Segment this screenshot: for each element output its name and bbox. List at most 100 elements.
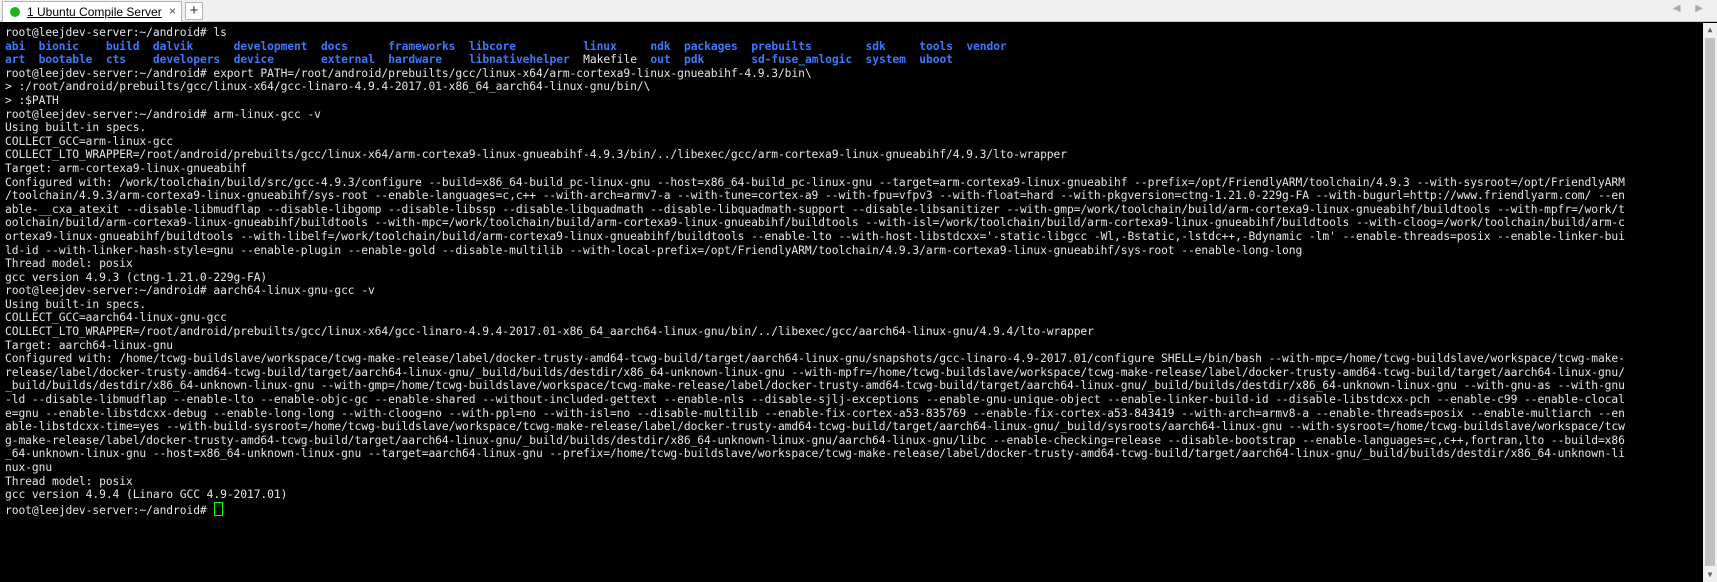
terminal-line: Using built-in specs. [5,121,1625,135]
terminal-text: ld-id --with-linker-hash-style=gnu --ena… [5,243,1303,257]
directory-entry: art [5,53,26,67]
terminal-line: Using built-in specs. [5,298,1625,312]
terminal-line: Target: aarch64-linux-gnu [5,339,1625,353]
directory-entry: system [865,53,906,67]
cursor [214,501,224,516]
directory-entry: development [233,39,308,53]
tab-bar: 1 Ubuntu Compile Server × + ◀ ▶ [0,0,1717,22]
terminal-text: gcc version 4.9.3 (ctng-1.21.0-229g-FA) [5,270,268,284]
terminal-line: gcc version 4.9.3 (ctng-1.21.0-229g-FA) [5,271,1625,285]
terminal-text: root@leejdev-server:~/android# ls [5,26,227,39]
close-tab-icon[interactable]: × [169,4,176,18]
terminal-line: able-libstdcxx-time=yes --with-build-sys… [5,420,1625,434]
tab-scroll-arrows-icon[interactable]: ◀ ▶ [1673,3,1709,14]
directory-entry: docs [320,39,348,53]
terminal-text: e=gnu --enable-libstdcxx-debug --enable-… [5,406,1625,420]
directory-entry: libcore [468,39,516,53]
terminal-text: COLLECT_LTO_WRAPPER=/root/android/prebui… [5,148,1067,162]
directory-entry: build [105,39,140,53]
terminal-output[interactable]: root@leejdev-server:~/android# ls abi bio… [0,23,1703,582]
tab-ubuntu-compile-server[interactable]: 1 Ubuntu Compile Server × [2,1,182,22]
terminal-line: Thread model: posix [5,257,1625,271]
terminal-text: root@leejdev-server:~/android# arm-linux… [5,107,321,121]
directory-entry: abi [5,39,26,53]
directory-entry: tools [919,39,953,53]
terminal-text: nux-gnu [5,461,53,474]
directory-entry: sd-fuse_amlogic [751,53,853,67]
directory-entry: ndk [650,39,671,53]
terminal-text: Configured with: /home/tcwg-buildslave/w… [5,352,1625,366]
terminal-line: g-make-release/label/docker-trusty-amd64… [5,434,1625,448]
terminal-line: nux-gnu [5,461,1625,475]
terminal-line: _build/builds/destdir/x86_64-unknown-lin… [5,379,1625,393]
connection-status-icon [10,7,20,17]
directory-entry: bionic [38,39,79,53]
terminal-line: root@leejdev-server:~/android# export PA… [5,67,1625,81]
directory-entry: uboot [919,53,953,67]
terminal-line: Configured with: /home/tcwg-buildslave/w… [5,352,1625,366]
terminal-line: > :$PATH [5,94,1625,108]
scroll-up-icon[interactable]: ▲ [1703,23,1717,37]
terminal-line: > :/root/android/prebuilts/gcc/linux-x64… [5,80,1625,94]
scrollbar-thumb[interactable] [1705,38,1715,566]
terminal-line: COLLECT_LTO_WRAPPER=/root/android/prebui… [5,148,1625,162]
terminal-line: ortexa9-linux-gnueabihf/buildtools --wit… [5,230,1625,244]
scroll-down-icon[interactable]: ▼ [1703,568,1717,582]
terminal-text: Thread model: posix [5,474,133,488]
terminal-line: root@leejdev-server:~/android# arm-linux… [5,108,1625,122]
terminal-line: /toolchain/4.9.3/arm-cortexa9-linux-gnue… [5,189,1625,203]
directory-entry: developers [152,53,221,67]
terminal-line: root@leejdev-server:~/android# ls [5,26,1625,40]
terminal-text: root@leejdev-server:~/android# export PA… [5,66,812,80]
terminal-text: release/label/docker-trusty-amd64-tcwg-b… [5,365,1625,379]
directory-entry: vendor [966,39,1007,53]
terminal-text: COLLECT_GCC=arm-linux-gcc [5,134,174,148]
tab-title[interactable]: 1 Ubuntu Compile Server [27,5,162,19]
terminal-text: Target: aarch64-linux-gnu [5,338,174,352]
new-tab-button[interactable]: + [185,2,203,20]
terminal-line: -ld --disable-libmudflap --enable-lto --… [5,393,1625,407]
terminal-line: art bootable cts developers device exter… [5,53,1625,67]
terminal-text: root@leejdev-server:~/android# aarch64-l… [5,284,375,298]
directory-entry: libnativehelper [468,53,570,67]
terminal-text: -ld --disable-libmudflap --enable-lto --… [5,393,1625,407]
terminal-line: root@leejdev-server:~/android# aarch64-l… [5,284,1625,298]
terminal-text: Thread model: posix [5,257,133,271]
terminal-text: root@leejdev-server:~/android# [5,503,214,517]
directory-entry: cts [105,53,127,67]
terminal-text: ortexa9-linux-gnueabihf/buildtools --wit… [5,229,1625,243]
terminal-line: release/label/docker-trusty-amd64-tcwg-b… [5,366,1625,380]
terminal-text: > :$PATH [5,93,59,107]
terminal-line: gcc version 4.9.4 (Linaro GCC 4.9-2017.0… [5,488,1625,502]
vertical-scrollbar[interactable]: ▲ ▼ [1703,23,1717,582]
terminal-line: Configured with: /work/toolchain/build/s… [5,176,1625,190]
terminal-text: gcc version 4.9.4 (Linaro GCC 4.9-2017.0… [5,488,288,502]
terminal-line: able-__cxa_atexit --disable-libmudflap -… [5,203,1625,217]
terminal-text: able-libstdcxx-time=yes --with-build-sys… [5,420,1625,434]
terminal-text: /toolchain/4.9.3/arm-cortexa9-linux-gnue… [5,189,1625,203]
terminal-text: Makefile [569,53,651,67]
directory-entry: frameworks [388,39,456,53]
